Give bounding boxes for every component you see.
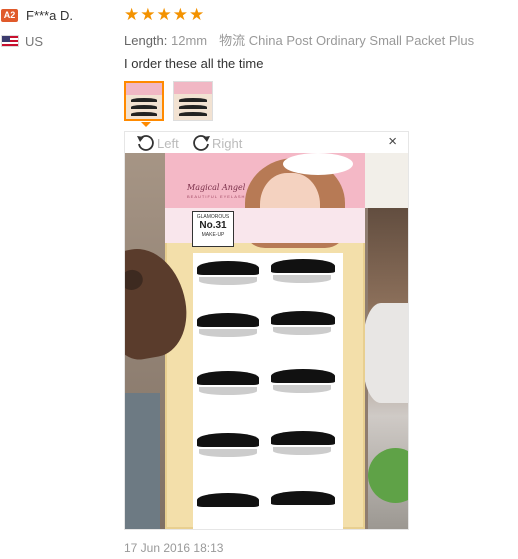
star-icon: ★ <box>124 5 140 24</box>
package-brand: Magical Angel <box>187 183 246 192</box>
star-icon: ★ <box>189 5 205 24</box>
star-icon: ★ <box>156 5 172 24</box>
us-flag-icon <box>1 35 19 47</box>
reviewer-name: F***a D. <box>26 8 73 23</box>
star-icon: ★ <box>140 5 156 24</box>
review-photo: Magical Angel BEAUTIFUL EYELASH GLAMOROU… <box>125 153 408 529</box>
reviewer-badge: A2 <box>1 9 18 22</box>
eyelash-package: Magical Angel BEAUTIFUL EYELASH GLAMOROU… <box>165 153 365 529</box>
viewer-toolbar: Left Right × <box>125 132 408 154</box>
photo-thumbnail-2[interactable] <box>173 81 213 121</box>
close-icon: × <box>388 133 397 150</box>
close-button[interactable]: × <box>388 133 397 150</box>
rotate-right-button[interactable]: Right <box>191 133 242 153</box>
selected-thumbnail-arrow <box>141 122 151 127</box>
reviewer-country: US <box>25 34 44 49</box>
length-label: Length: <box>124 33 168 48</box>
rotate-right-icon <box>193 135 210 151</box>
star-icon: ★ <box>172 5 188 24</box>
star-rating: ★ ★ ★ ★ ★ <box>124 6 204 24</box>
review-text: I order these all the time <box>124 56 264 71</box>
rotate-right-label: Right <box>212 135 243 151</box>
shipping-method: 物流 China Post Ordinary Small Packet Plus <box>219 33 475 48</box>
order-meta: Length: 12mm 物流 China Post Ordinary Small… <box>124 30 474 49</box>
package-badge: GLAMOROUS No.31 MAKE-UP <box>192 211 234 247</box>
length-value: 12mm <box>171 33 208 48</box>
rotate-left-button[interactable]: Left <box>136 133 179 153</box>
photo-thumbnail-1[interactable] <box>124 81 164 121</box>
package-brand-sub: BEAUTIFUL EYELASH <box>187 194 246 199</box>
rotate-left-label: Left <box>157 135 179 151</box>
rotate-left-icon <box>137 135 154 151</box>
review-timestamp: 17 Jun 2016 18:13 <box>124 541 224 555</box>
image-viewer: Left Right × Magical Angel BEAUTIFUL EYE… <box>124 131 409 530</box>
